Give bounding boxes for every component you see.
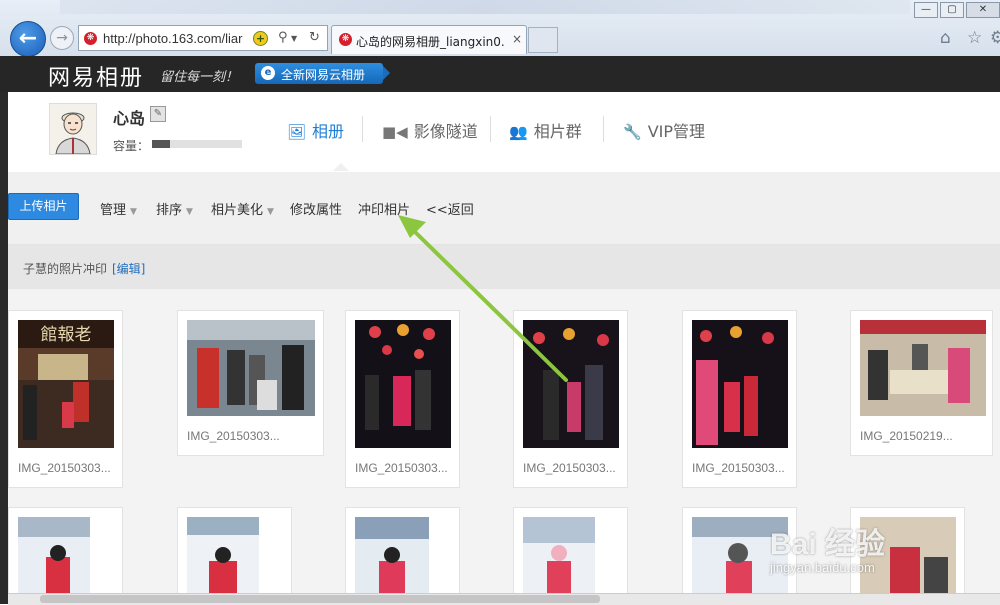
scrollbar-thumb[interactable] [40,595,600,603]
baidu-watermark: Bai 经验 jingyan.baidu.com [770,515,980,585]
watermark-url: jingyan.baidu.com [770,560,875,575]
annotation-arrow [398,215,568,382]
watermark-text: Bai 经验 [770,528,886,561]
